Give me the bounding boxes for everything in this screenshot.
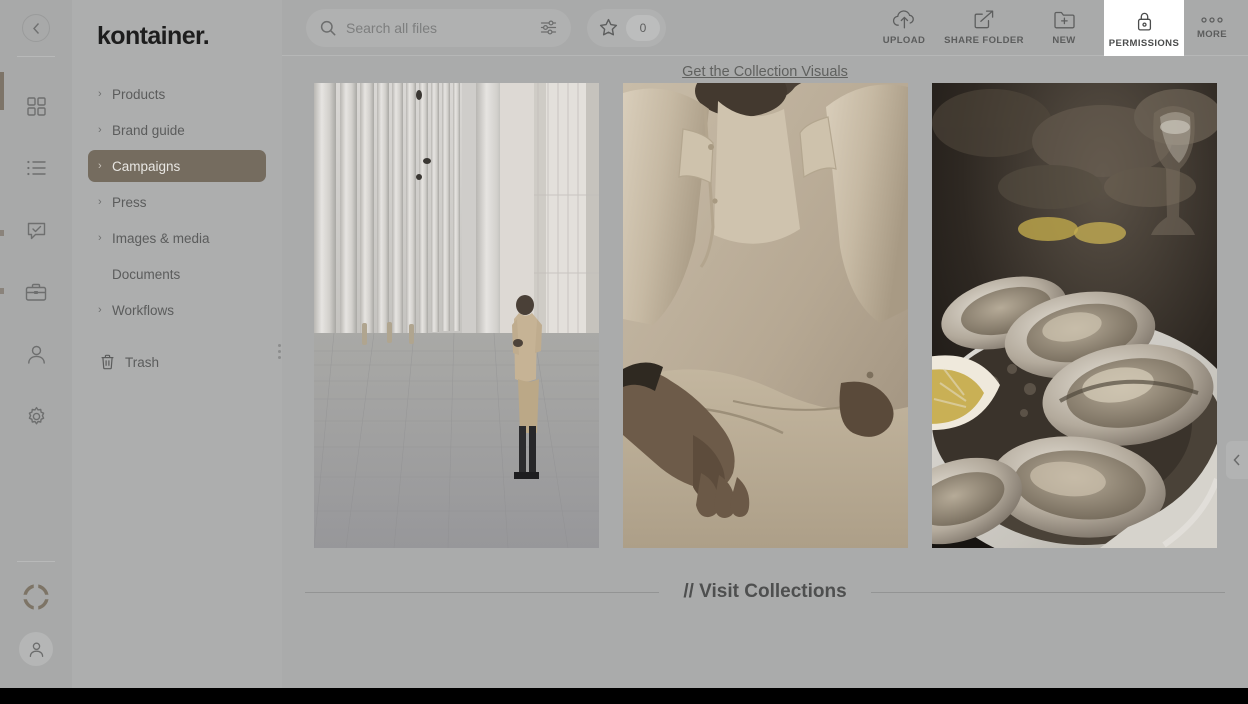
share-icon [973,9,995,30]
rail-marker-2 [0,230,4,236]
chevron-right-icon: › [98,159,102,172]
rail-divider [17,56,55,57]
more-button[interactable]: MORE [1184,0,1240,56]
sidebar-item-settings[interactable] [13,385,59,447]
search-icon [320,20,336,36]
sidebar-item-trash[interactable]: Trash [88,346,266,378]
left-icon-rail [0,0,72,688]
divider-left [305,591,660,593]
person-icon [26,344,47,365]
briefcase-icon [25,282,47,302]
grid-icon [26,96,47,117]
toolbar-actions: UPLOAD SHARE FOLDER NEW PERMISSIONS MORE [864,0,1248,72]
chevron-left-icon [1233,454,1241,466]
visit-collections-row: // Visit Collections [282,581,1248,603]
chevron-right-icon: › [98,123,102,136]
gallery-image-columns[interactable] [313,83,599,548]
chat-check-icon [26,220,47,241]
chevron-right-icon: › [98,87,102,100]
image-gallery [282,83,1248,548]
rail-active-marker [0,72,4,110]
favorites-count: 0 [626,14,660,41]
sidebar-collapse-button[interactable] [22,14,50,42]
lock-icon [1134,10,1155,33]
sidebar-item-label: Products [112,86,166,102]
folder-tree: › Products › Brand guide › Campaigns › P… [72,78,282,378]
toolbar-action-label: NEW [1052,34,1076,46]
app-window: kontainer. › Products › Brand guide › Ca… [0,0,1248,688]
sidebar-item-brand-guide[interactable]: › Brand guide [88,114,266,146]
chevron-right-icon: › [98,303,102,316]
ellipsis-icon [1200,16,1224,24]
gallery-image-linen-shirt[interactable] [622,83,908,548]
gallery-image-oysters[interactable] [931,83,1217,548]
page-bottom-band [0,688,1248,704]
star-icon [599,18,618,37]
collection-visuals-link[interactable]: Get the Collection Visuals [282,64,1248,80]
chevron-right-icon: › [98,231,102,244]
toolbar-action-label: SHARE FOLDER [944,35,1024,46]
sidebar-item-images-media[interactable]: › Images & media [88,222,266,254]
sidebar-item-label: Documents [112,266,181,282]
user-avatar-icon [28,641,45,658]
columns-photo [313,83,599,548]
sliders-icon[interactable] [540,19,557,36]
sidebar-item-approvals[interactable] [13,199,59,261]
sidebar-item-campaigns[interactable]: › Campaigns [88,150,266,182]
collection-content: Get the Collection Visuals // Visit Coll… [282,56,1248,688]
chevron-right-icon: › [98,195,102,208]
sidebar-item-label: Press [112,194,147,210]
lifebuoy-icon [21,582,51,612]
upload-button[interactable]: UPLOAD [864,0,944,56]
top-toolbar: 0 UPLOAD [282,0,1248,72]
sidebar-item-dashboard[interactable] [13,75,59,137]
toolbar-action-label: MORE [1196,28,1228,40]
trash-icon [100,354,115,370]
sidebar-item-documents[interactable]: Documents [88,258,266,290]
share-folder-button[interactable]: SHARE FOLDER [944,0,1024,56]
toolbar-action-label: UPLOAD [882,35,926,46]
app-logo[interactable]: kontainer. [72,8,282,64]
sidebar-item-lists[interactable] [13,137,59,199]
search-bar[interactable] [306,8,571,47]
sidebar-item-products[interactable]: › Products [88,78,266,110]
folder-plus-icon [1053,10,1076,30]
sidebar-item-workflows[interactable]: › Workflows [88,294,266,326]
list-icon [26,159,47,177]
visit-collections-title: // Visit Collections [683,581,847,602]
search-input[interactable] [346,19,530,36]
right-panel-toggle[interactable] [1226,441,1248,479]
sidebar-item-press[interactable]: › Press [88,186,266,218]
favorites-button[interactable]: 0 [587,8,666,47]
chevron-left-icon [32,22,41,35]
divider-right [870,591,1225,593]
linen-shirt-photo [622,83,908,548]
help-button[interactable] [19,580,53,614]
folder-sidebar: kontainer. › Products › Brand guide › Ca… [72,0,287,688]
sidebar-item-label: Brand guide [112,122,185,138]
sidebar-item-label: Trash [125,354,160,370]
gear-icon [26,406,47,427]
rail-divider-lower [17,561,55,562]
oysters-photo [931,83,1217,548]
brand-name: kontainer. [97,21,210,50]
user-avatar-button[interactable] [19,632,53,666]
toolbar-action-label: PERMISSIONS [1108,37,1180,49]
rail-marker-3 [0,288,4,294]
cloud-upload-icon [892,9,917,30]
sidebar-item-label: Campaigns [112,158,181,174]
sidebar-item-label: Workflows [112,302,175,318]
sidebar-item-label: Images & media [112,230,210,246]
sidebar-item-portfolio[interactable] [13,261,59,323]
new-button[interactable]: NEW [1024,0,1104,56]
sidebar-item-contacts[interactable] [13,323,59,385]
rail-icon-list [13,75,59,447]
